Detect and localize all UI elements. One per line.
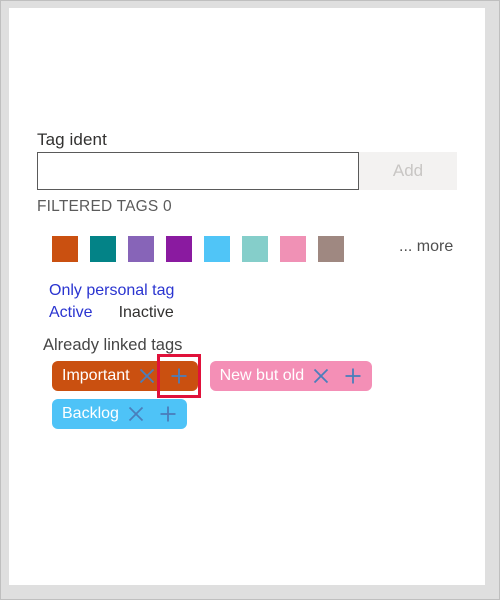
tag-chip-label: Backlog	[62, 405, 119, 422]
linked-tag-row: Backlog	[52, 399, 452, 429]
tag-state-filter: Active Inactive	[49, 304, 174, 322]
tag-chip[interactable]: New but old	[209, 361, 373, 391]
screenshot-root: Tag ident Add FILTERED TAGS 0 ... more O…	[0, 0, 500, 600]
color-swatch-mint[interactable]	[242, 236, 268, 262]
tag-chip[interactable]: Important	[52, 354, 201, 398]
color-swatch-taupe[interactable]	[318, 236, 344, 262]
color-swatch-list	[52, 236, 356, 262]
color-swatch-burnt-orange[interactable]	[52, 236, 78, 262]
filter-inactive-link[interactable]: Inactive	[119, 304, 174, 321]
filter-active-link[interactable]: Active	[49, 304, 93, 321]
tag-ident-label: Tag ident	[37, 130, 107, 149]
close-icon[interactable]	[121, 399, 151, 429]
tag-chip[interactable]: Backlog	[52, 399, 187, 429]
tag-ident-row: Add	[37, 152, 457, 190]
color-swatch-magenta[interactable]	[166, 236, 192, 262]
add-button[interactable]: Add	[359, 152, 457, 190]
tag-ident-input[interactable]	[37, 152, 359, 190]
color-swatch-purple[interactable]	[128, 236, 154, 262]
only-personal-tag-link[interactable]: Only personal tag	[49, 282, 174, 300]
color-swatch-teal[interactable]	[90, 236, 116, 262]
more-colors-link[interactable]: ... more	[399, 238, 453, 256]
filtered-tags-count: FILTERED TAGS 0	[37, 198, 172, 215]
tag-chip-label: New but old	[219, 367, 305, 384]
linked-tag-row: Important New but old	[52, 354, 452, 398]
linked-tag-list: Important New but old Backlog	[52, 354, 452, 437]
tag-chip-label: Important	[62, 367, 130, 384]
color-swatch-pink[interactable]	[280, 236, 306, 262]
already-linked-tags-heading: Already linked tags	[43, 336, 183, 354]
close-icon[interactable]	[306, 361, 336, 391]
plus-icon[interactable]	[338, 361, 368, 391]
plus-icon[interactable]	[156, 354, 201, 398]
plus-icon[interactable]	[153, 399, 183, 429]
color-swatch-sky-blue[interactable]	[204, 236, 230, 262]
tag-panel: Tag ident Add FILTERED TAGS 0 ... more O…	[9, 8, 485, 585]
close-icon[interactable]	[132, 361, 162, 391]
